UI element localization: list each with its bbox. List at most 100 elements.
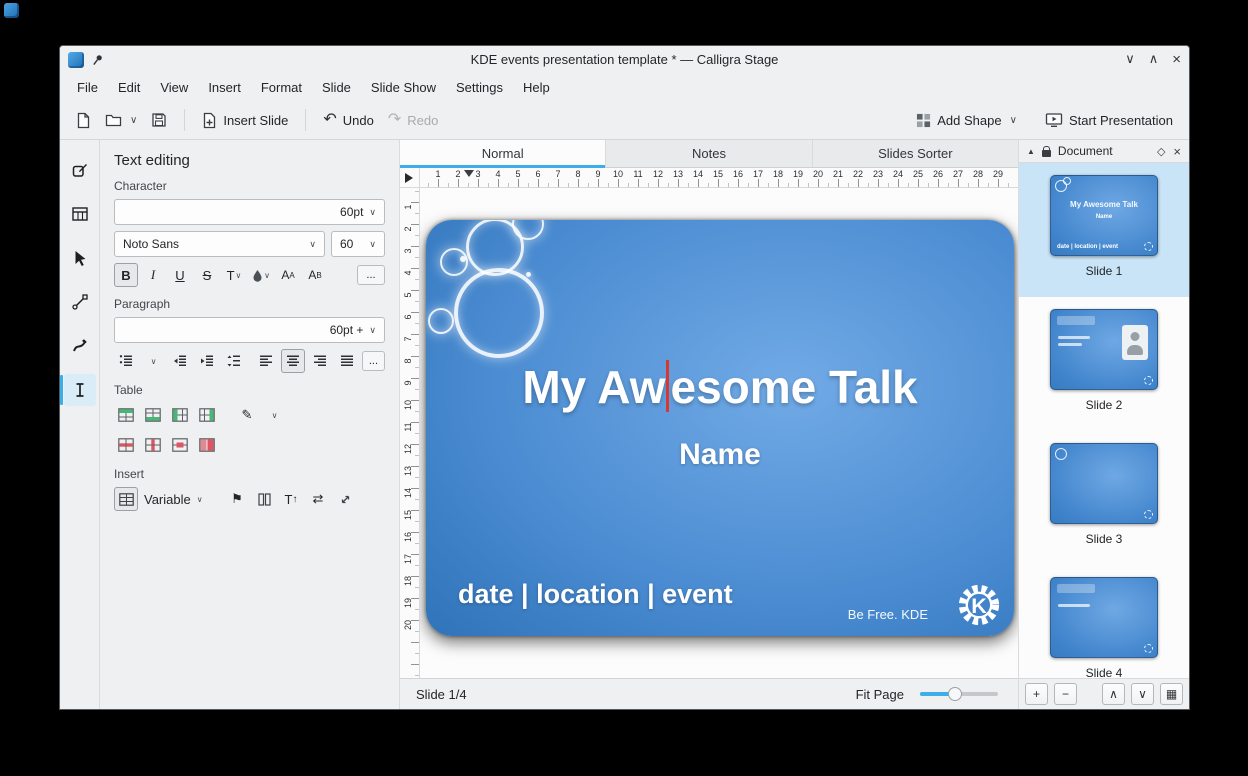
insert-row-below-button[interactable]	[141, 403, 165, 427]
autofit-button[interactable]	[333, 487, 357, 511]
align-left-button[interactable]	[254, 349, 278, 373]
view-mode-button[interactable]: ▦	[1160, 683, 1183, 705]
insert-bookmark-button[interactable]: ⚑	[225, 487, 249, 511]
window-shade-button[interactable]: ∨	[1125, 52, 1135, 67]
bold-button[interactable]: B	[114, 263, 138, 287]
text-color-button[interactable]: ∨	[249, 263, 273, 287]
change-case-button[interactable]: T∨	[222, 263, 246, 287]
superscript-button[interactable]: AA	[276, 263, 300, 287]
merge-cells-button[interactable]	[168, 433, 192, 457]
swap-direction-button[interactable]: ⇄	[306, 487, 330, 511]
align-justify-button[interactable]	[335, 349, 359, 373]
line-spacing-button[interactable]	[222, 349, 246, 373]
vertical-ruler[interactable]: 1234567891011121314151617181920	[400, 188, 420, 678]
tool-calligraphy[interactable]	[64, 330, 96, 362]
font-size-combo[interactable]: 60 ∨	[331, 231, 385, 257]
move-slide-down-button[interactable]: ∨	[1131, 683, 1154, 705]
tool-text[interactable]	[64, 374, 96, 406]
paragraph-style-combo[interactable]: 60pt + ∨	[114, 317, 385, 343]
tab-slides-sorter[interactable]: Slides Sorter	[813, 140, 1018, 167]
paragraph-more-button[interactable]: ...	[362, 351, 385, 371]
collapse-icon[interactable]: ▲	[1027, 147, 1035, 156]
menu-settings[interactable]: Settings	[447, 76, 512, 99]
slide-item-1[interactable]: My Awesome Talk Name date | location | e…	[1019, 163, 1189, 297]
tool-table[interactable]	[64, 198, 96, 230]
add-slide-button[interactable]: +	[1025, 683, 1048, 705]
subscript-button[interactable]: AB	[303, 263, 327, 287]
underline-button[interactable]: U	[168, 263, 192, 287]
remove-slide-button[interactable]: −	[1054, 683, 1077, 705]
split-cells-button[interactable]	[195, 433, 219, 457]
tab-normal[interactable]: Normal	[400, 140, 606, 167]
slide-footer-textframe[interactable]: date | location | event	[458, 579, 733, 610]
slide-2-thumbnail[interactable]	[1050, 309, 1158, 390]
slide-3-thumbnail[interactable]	[1050, 443, 1158, 524]
slide-1-thumbnail[interactable]: My Awesome Talk Name date | location | e…	[1050, 175, 1158, 256]
menu-slide[interactable]: Slide	[313, 76, 360, 99]
insert-row-above-button[interactable]	[114, 403, 138, 427]
tool-connector[interactable]	[64, 286, 96, 318]
open-document-button[interactable]: ∨	[99, 108, 143, 133]
menu-slideshow[interactable]: Slide Show	[362, 76, 445, 99]
window-maximize-button[interactable]: ∧	[1149, 52, 1159, 67]
italic-button[interactable]: I	[141, 263, 165, 287]
delete-column-button[interactable]	[141, 433, 165, 457]
menu-edit[interactable]: Edit	[109, 76, 149, 99]
redo-button[interactable]: ↷ Redo	[382, 107, 444, 133]
new-document-button[interactable]	[70, 107, 97, 134]
save-document-button[interactable]	[145, 107, 173, 133]
menu-insert[interactable]: Insert	[199, 76, 250, 99]
insert-column-left-button[interactable]	[168, 403, 192, 427]
pin-icon[interactable]	[92, 54, 104, 66]
table-style-pen-button[interactable]: ✎	[235, 403, 259, 427]
table-style-dropdown[interactable]: ∨	[262, 403, 286, 427]
insert-section-button[interactable]	[252, 487, 276, 511]
lock-icon[interactable]	[1042, 150, 1051, 157]
start-presentation-button[interactable]: Start Presentation	[1039, 107, 1179, 133]
slide-4-thumbnail[interactable]	[1050, 577, 1158, 658]
font-family-combo[interactable]: Noto Sans ∨	[114, 231, 325, 257]
slide-title-textframe[interactable]: My Awesome Talk	[426, 360, 1014, 414]
window-close-button[interactable]: ×	[1172, 52, 1181, 67]
tool-select[interactable]	[64, 242, 96, 274]
float-docker-icon[interactable]: ◇	[1157, 145, 1165, 158]
align-right-button[interactable]	[308, 349, 332, 373]
slide-editing-surface[interactable]: My Awesome Talk Name date | location | e…	[426, 220, 1014, 636]
move-slide-up-button[interactable]: ∧	[1102, 683, 1125, 705]
undo-button[interactable]: ↶ Undo	[317, 107, 379, 133]
horizontal-ruler[interactable]: 1234567891011121314151617181920212223242…	[420, 168, 1018, 187]
decrease-indent-button[interactable]	[168, 349, 192, 373]
close-docker-icon[interactable]: ×	[1173, 144, 1181, 159]
zoom-mode-label[interactable]: Fit Page	[856, 687, 904, 702]
tool-edit-shapes[interactable]	[64, 154, 96, 186]
insert-column-right-button[interactable]	[195, 403, 219, 427]
menu-view[interactable]: View	[151, 76, 197, 99]
list-format-button[interactable]	[114, 349, 138, 373]
slide-canvas[interactable]: My Awesome Talk Name date | location | e…	[420, 188, 1018, 678]
slide-item-4[interactable]: Slide 4	[1019, 565, 1189, 678]
list-style-dropdown[interactable]: ∨	[141, 349, 165, 373]
slide-subtitle-textframe[interactable]: Name	[426, 438, 1014, 472]
indent-marker-icon[interactable]	[464, 170, 474, 177]
increase-indent-button[interactable]	[195, 349, 219, 373]
tab-notes[interactable]: Notes	[606, 140, 812, 167]
insert-slide-button[interactable]: Insert Slide	[196, 107, 294, 134]
desktop-shortcut-icon[interactable]	[4, 3, 19, 18]
menu-file[interactable]: File	[68, 76, 107, 99]
align-center-button[interactable]	[281, 349, 305, 373]
strikethrough-button[interactable]: S	[195, 263, 219, 287]
titlebar[interactable]: KDE events presentation template * — Cal…	[60, 46, 1189, 73]
delete-row-button[interactable]	[114, 433, 138, 457]
insert-variable-button[interactable]: Variable ∨	[141, 487, 209, 511]
slide-item-3[interactable]: Slide 3	[1019, 431, 1189, 565]
add-shape-button[interactable]: Add Shape ∨	[910, 108, 1023, 133]
character-style-combo[interactable]: 60pt ∨	[114, 199, 385, 225]
text-direction-button[interactable]: T↑	[279, 487, 303, 511]
insert-table-button[interactable]	[114, 487, 138, 511]
menu-help[interactable]: Help	[514, 76, 559, 99]
zoom-slider-handle[interactable]	[948, 687, 962, 701]
zoom-slider[interactable]	[920, 692, 998, 696]
menu-format[interactable]: Format	[252, 76, 311, 99]
character-more-button[interactable]: ...	[357, 265, 385, 285]
slide-item-2[interactable]: Slide 2	[1019, 297, 1189, 431]
